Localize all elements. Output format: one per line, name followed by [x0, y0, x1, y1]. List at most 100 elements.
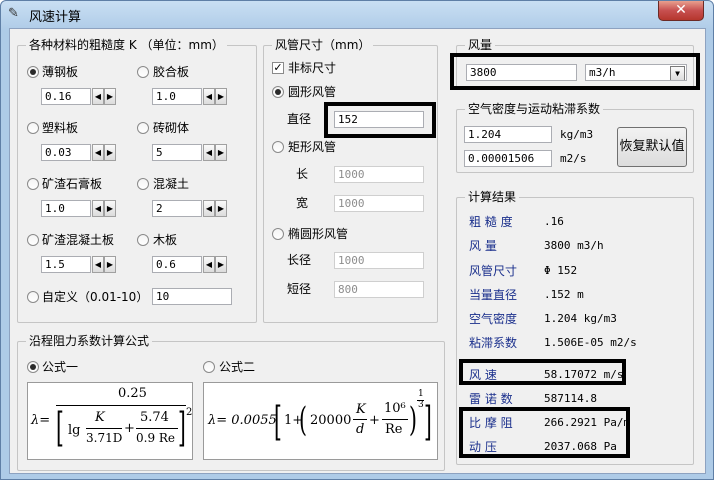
- diameter-highlight-box: [324, 102, 436, 138]
- airflow-group-title: 风量: [465, 38, 496, 52]
- air-properties-group-title: 空气密度与运动粘滞系数: [465, 102, 604, 116]
- air-density-unit: kg/m3: [560, 128, 594, 141]
- material-label-wood: 木板: [153, 233, 178, 247]
- f2-plus: +: [369, 413, 380, 428]
- close-button[interactable]: ✕: [658, 1, 704, 21]
- formula2-label: 公式二: [219, 360, 256, 374]
- formula-group: 沿程阻力系数计算公式 公式一 公式二 λ= 0.25 [ lg K 3.71D …: [17, 334, 445, 471]
- nonstandard-label: 非标尺寸: [288, 61, 337, 75]
- duct-size-group: 风管尺寸（mm） ✓ 非标尺寸 圆形风管 直径 152 矩形风管 长 1000 …: [263, 38, 438, 323]
- material-radio-brick[interactable]: [137, 122, 149, 134]
- rect-width-input[interactable]: 1000: [334, 195, 424, 212]
- material-input-slag-concrete[interactable]: 1.5: [41, 256, 91, 273]
- ellipse-duct-label: 椭圆形风管: [288, 227, 349, 241]
- f1-main-fraction-line: [56, 405, 186, 406]
- result-label-reynolds: 雷 诺 数: [469, 392, 513, 406]
- material-spinner-wood[interactable]: ◀ ▶: [203, 256, 227, 273]
- material-radio-plastic[interactable]: [27, 122, 39, 134]
- formula1-box: λ= 0.25 [ lg K 3.71D + 5.74 0.9 Re ] 2: [27, 382, 193, 460]
- rect-width-label: 宽: [296, 196, 309, 210]
- result-label-equiv-diameter: 当量直径: [469, 288, 518, 302]
- result-value-viscosity: 1.506E-05 m2/s: [544, 336, 637, 349]
- nonstandard-checkbox[interactable]: ✓: [272, 62, 284, 74]
- material-label-plastic: 塑料板: [42, 121, 79, 135]
- rect-duct-radio[interactable]: [272, 141, 284, 153]
- result-label-density: 空气密度: [469, 312, 518, 326]
- material-input-plastic[interactable]: 0.03: [41, 144, 91, 161]
- viscosity-input[interactable]: 0.00001506: [464, 150, 552, 167]
- circular-duct-label: 圆形风管: [288, 85, 337, 99]
- air-density-input[interactable]: 1.204: [464, 126, 552, 143]
- materials-group-title: 各种材料的粗糙度 K （单位：mm）: [26, 38, 227, 52]
- material-radio-plywood[interactable]: [137, 66, 149, 78]
- f2-paren-left: (: [299, 400, 307, 440]
- f1-numerator: 0.25: [118, 386, 147, 401]
- material-radio-slag-gypsum[interactable]: [27, 178, 39, 190]
- formula1-radio[interactable]: [27, 361, 39, 373]
- material-radio-slag-concrete[interactable]: [27, 234, 39, 246]
- result-label-airflow: 风 量: [469, 239, 497, 253]
- material-spinner-plywood[interactable]: ◀ ▶: [203, 88, 227, 105]
- client-area: 各种材料的粗糙度 K （单位：mm） 薄钢板 0.16 ◀ ▶ 胶合板 1.0 ◀…: [9, 28, 706, 474]
- material-radio-steel[interactable]: [27, 66, 39, 78]
- duct-size-group-title: 风管尺寸（mm）: [272, 38, 374, 52]
- result-value-reynolds: 587114.8: [544, 392, 597, 405]
- result-label-roughness: 粗 糙 度: [469, 215, 513, 229]
- material-spinner-brick[interactable]: ◀ ▶: [203, 144, 227, 161]
- diameter-label: 直径: [287, 112, 312, 126]
- material-label-steel: 薄钢板: [42, 65, 79, 79]
- f1-lg: lg: [68, 423, 81, 438]
- title-bar[interactable]: ✎ 风速计算 ✕: [1, 1, 713, 27]
- f1-exponent: 2: [186, 407, 193, 418]
- f1-frac1-line: [86, 428, 122, 429]
- f2-exp-num: 1: [418, 389, 424, 399]
- material-input-plywood[interactable]: 1.0: [152, 88, 202, 105]
- formula-group-title: 沿程阻力系数计算公式: [26, 334, 153, 348]
- rect-length-label: 长: [296, 167, 309, 181]
- f1-d1: 3.71D: [86, 431, 123, 445]
- f2-exp-den: 3: [418, 400, 424, 410]
- ellipse-minor-input[interactable]: 800: [334, 281, 424, 298]
- result-label-duct-size: 风管尺寸: [469, 264, 518, 278]
- velocity-highlight-box: [459, 359, 626, 385]
- material-spinner-steel[interactable]: ◀ ▶: [92, 88, 116, 105]
- material-radio-custom[interactable]: [27, 291, 39, 303]
- f2-bracket-left: [: [274, 399, 282, 445]
- formula1-label: 公式一: [42, 360, 79, 374]
- material-radio-concrete[interactable]: [137, 178, 149, 190]
- f2-paren-right: ): [409, 400, 417, 440]
- material-input-slag-gypsum[interactable]: 1.0: [41, 200, 91, 217]
- window-title: 风速计算: [29, 10, 82, 25]
- materials-group: 各种材料的粗糙度 K （单位：mm） 薄钢板 0.16 ◀ ▶ 胶合板 1.0 ◀…: [17, 38, 257, 323]
- material-input-wood[interactable]: 0.6: [152, 256, 202, 273]
- app-window: ✎ 风速计算 ✕ 各种材料的粗糙度 K （单位：mm） 薄钢板 0.16 ◀ ▶ …: [0, 0, 714, 480]
- circular-duct-radio[interactable]: [272, 86, 284, 98]
- formula2-radio[interactable]: [203, 361, 215, 373]
- material-input-brick[interactable]: 5: [152, 144, 202, 161]
- material-input-concrete[interactable]: 2: [152, 200, 202, 217]
- material-spinner-slag-concrete[interactable]: ◀ ▶: [92, 256, 116, 273]
- f2-const: 20000: [310, 413, 352, 428]
- f1-lambda: λ=: [31, 413, 51, 428]
- material-spinner-slag-gypsum[interactable]: ◀ ▶: [92, 200, 116, 217]
- formula2-box: λ= 0.0055 [ 1+ ( 20000 K d + 10⁶ Re ) 1 …: [203, 382, 438, 460]
- airflow-highlight-box: [450, 53, 700, 90]
- friction-pressure-highlight-box: [459, 407, 630, 458]
- f1-bracket-right: ]: [178, 405, 186, 451]
- app-icon: ✎: [8, 6, 19, 21]
- ellipse-minor-label: 短径: [287, 282, 312, 296]
- ellipse-major-input[interactable]: 1000: [334, 252, 424, 269]
- rect-length-input[interactable]: 1000: [334, 166, 424, 183]
- viscosity-unit: m2/s: [560, 152, 587, 165]
- f2-lambda: λ= 0.0055: [208, 413, 277, 428]
- material-input-custom[interactable]: 10: [152, 288, 232, 305]
- f1-n2: 5.74: [140, 410, 169, 425]
- ellipse-duct-radio[interactable]: [272, 228, 284, 240]
- material-spinner-plastic[interactable]: ◀ ▶: [92, 144, 116, 161]
- material-spinner-concrete[interactable]: ◀ ▶: [203, 200, 227, 217]
- result-value-density: 1.204 kg/m3: [544, 312, 617, 325]
- result-value-duct-size: Φ 152: [544, 264, 578, 277]
- material-radio-wood[interactable]: [137, 234, 149, 246]
- reset-defaults-button[interactable]: 恢复默认值: [617, 127, 687, 167]
- material-input-steel[interactable]: 0.16: [41, 88, 91, 105]
